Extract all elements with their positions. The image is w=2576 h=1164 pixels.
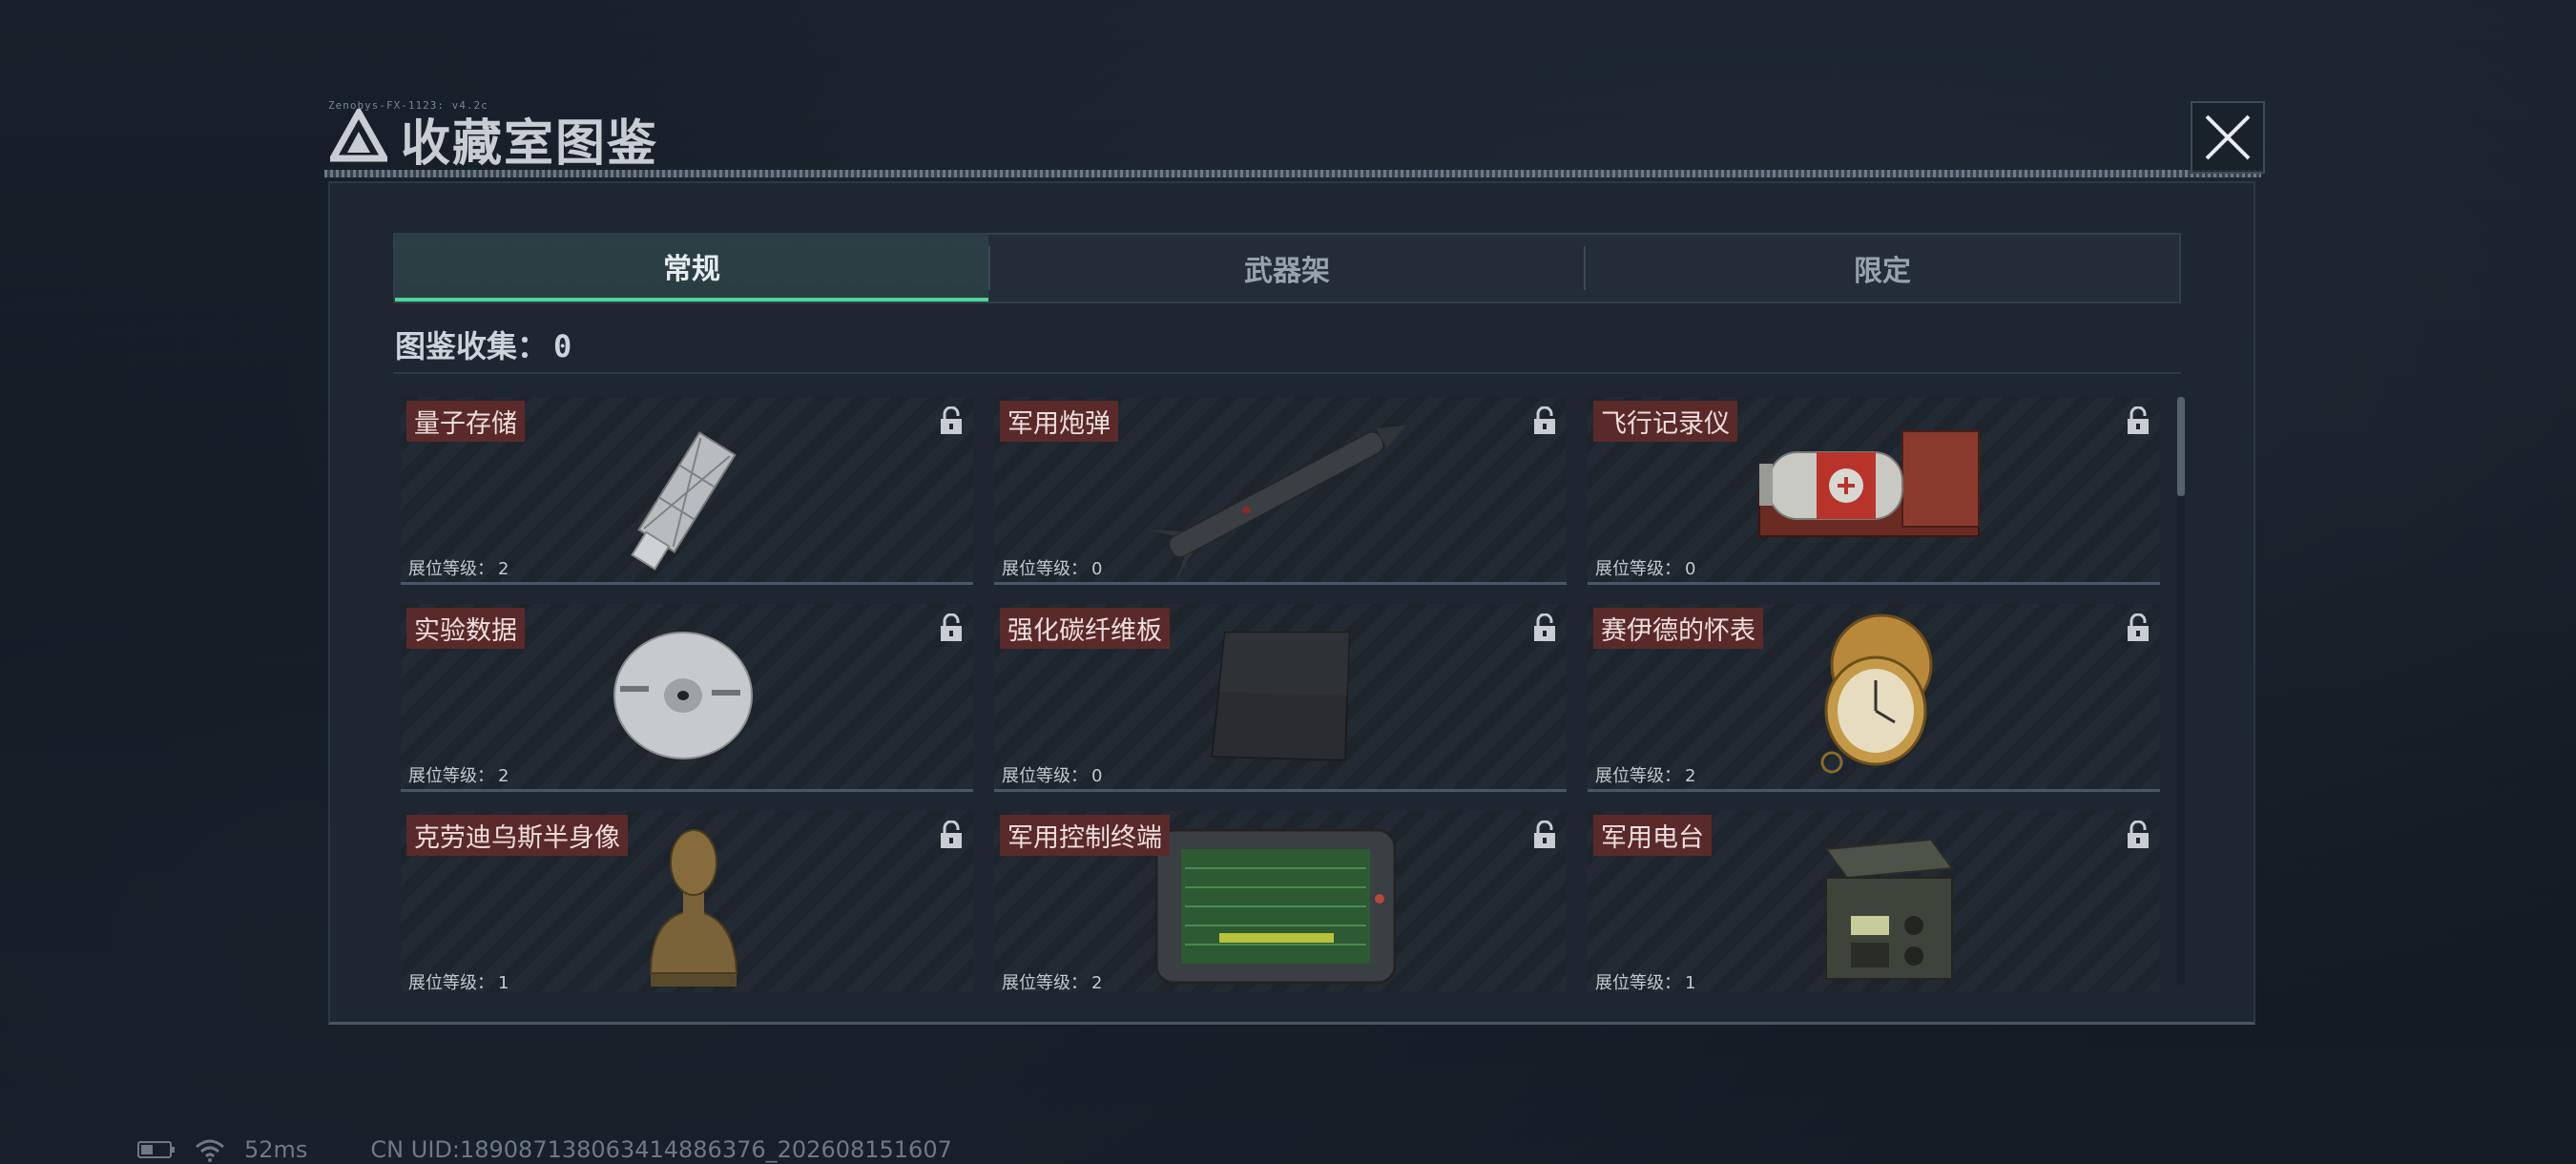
lock-icon bbox=[941, 613, 962, 641]
uid-text: CN UID:189087138063414886376_20260815160… bbox=[370, 1136, 952, 1163]
collection-label: 图鉴收集： bbox=[395, 328, 549, 364]
close-icon bbox=[2205, 114, 2251, 160]
item-name: 赛伊德的怀表 bbox=[1593, 608, 1763, 649]
lock-icon bbox=[2128, 406, 2149, 434]
display-level-label: 展位等级： bbox=[1595, 766, 1681, 786]
item-name: 量子存储 bbox=[406, 401, 525, 442]
item-name: 飞行记录仪 bbox=[1593, 401, 1737, 442]
item-card-quantum-storage[interactable]: 量子存储 展位等级： 2 bbox=[401, 397, 973, 585]
collection-divider bbox=[393, 372, 2181, 374]
item-name: 军用电台 bbox=[1593, 815, 1712, 856]
item-card-experiment-data[interactable]: 实验数据 展位等级： 2 bbox=[401, 604, 973, 792]
collection-panel: 常规 武器架 限定 图鉴收集： 0 量子存储 展位等级： 2 军用炮弹 展位等级… bbox=[328, 181, 2255, 1025]
header-divider bbox=[324, 170, 2261, 177]
page-title: 收藏室图鉴 bbox=[401, 115, 659, 173]
tab-regular[interactable]: 常规 bbox=[395, 235, 988, 301]
lock-icon bbox=[1534, 613, 1555, 641]
item-name: 克劳迪乌斯半身像 bbox=[406, 815, 628, 856]
display-level: 展位等级： 0 bbox=[998, 555, 1102, 580]
display-level-label: 展位等级： bbox=[408, 766, 494, 786]
item-card-control-terminal[interactable]: 军用控制终端 展位等级： 2 bbox=[994, 811, 1567, 992]
item-name: 军用炮弹 bbox=[1000, 401, 1118, 442]
lock-icon bbox=[941, 821, 962, 848]
display-level-value: 2 bbox=[1091, 973, 1103, 992]
display-level-label: 展位等级： bbox=[1002, 559, 1088, 579]
collection-value: 0 bbox=[553, 328, 572, 364]
item-name: 军用控制终端 bbox=[1000, 815, 1170, 856]
item-card-flight-recorder[interactable]: 飞行记录仪 展位等级： 0 bbox=[1588, 397, 2160, 585]
display-level: 展位等级： 1 bbox=[405, 969, 509, 992]
item-card-pocket-watch[interactable]: 赛伊德的怀表 展位等级： 2 bbox=[1588, 604, 2160, 792]
item-grid-viewport[interactable]: 量子存储 展位等级： 2 军用炮弹 展位等级： 0 飞行记录仪 展位等级： 0 … bbox=[401, 397, 2168, 992]
display-level-value: 0 bbox=[1685, 559, 1696, 579]
item-card-carbon-plate[interactable]: 强化碳纤维板 展位等级： 0 bbox=[994, 604, 1567, 792]
display-level: 展位等级： 2 bbox=[998, 969, 1102, 992]
collection-count: 图鉴收集： 0 bbox=[395, 322, 571, 366]
lock-icon bbox=[1534, 406, 1555, 434]
display-level-value: 2 bbox=[498, 559, 509, 579]
grid-scrollbar[interactable] bbox=[2177, 397, 2185, 985]
display-level-label: 展位等级： bbox=[408, 559, 494, 579]
status-bar: 52ms CN UID:189087138063414886376_202608… bbox=[137, 1136, 952, 1163]
display-level-label: 展位等级： bbox=[408, 973, 494, 992]
lock-icon bbox=[1534, 821, 1555, 848]
display-level-value: 1 bbox=[1685, 973, 1696, 992]
display-level: 展位等级： 1 bbox=[1591, 969, 1695, 992]
battery-icon bbox=[137, 1141, 175, 1158]
item-name: 强化碳纤维板 bbox=[1000, 608, 1170, 649]
item-grid: 量子存储 展位等级： 2 军用炮弹 展位等级： 0 飞行记录仪 展位等级： 0 … bbox=[401, 397, 2168, 992]
item-card-military-radio[interactable]: 军用电台 展位等级： 1 bbox=[1588, 811, 2160, 992]
display-level-value: 0 bbox=[1091, 559, 1103, 579]
display-level: 展位等级： 0 bbox=[1591, 555, 1695, 580]
item-card-military-shell[interactable]: 军用炮弹 展位等级： 0 bbox=[994, 397, 1567, 585]
tab-weapon-rack[interactable]: 武器架 bbox=[990, 235, 1584, 301]
display-level: 展位等级： 2 bbox=[405, 555, 509, 580]
lock-icon bbox=[2128, 821, 2149, 848]
delta-logo-icon bbox=[330, 109, 387, 162]
ping-text: 52ms bbox=[244, 1136, 308, 1163]
dialog-header: Zenobys-FX-1123: v4.2c 收藏室图鉴 bbox=[324, 99, 2261, 181]
display-level-value: 0 bbox=[1091, 766, 1103, 786]
display-level-value: 1 bbox=[498, 973, 509, 992]
display-level-label: 展位等级： bbox=[1002, 973, 1088, 992]
display-level-value: 2 bbox=[498, 766, 509, 786]
display-level-label: 展位等级： bbox=[1595, 559, 1681, 579]
close-button[interactable] bbox=[2191, 101, 2265, 174]
category-tabs: 常规 武器架 限定 bbox=[393, 233, 2181, 303]
lock-icon bbox=[941, 406, 962, 434]
lock-icon bbox=[2128, 613, 2149, 641]
wifi-icon bbox=[196, 1139, 224, 1162]
display-level: 展位等级： 2 bbox=[1591, 762, 1695, 787]
tab-limited[interactable]: 限定 bbox=[1586, 235, 2179, 301]
item-name: 实验数据 bbox=[406, 608, 525, 649]
display-level-label: 展位等级： bbox=[1595, 973, 1681, 992]
scrollbar-thumb[interactable] bbox=[2177, 397, 2185, 496]
display-level-label: 展位等级： bbox=[1002, 766, 1088, 786]
item-card-bust[interactable]: 克劳迪乌斯半身像 展位等级： 1 bbox=[401, 811, 973, 992]
display-level-value: 2 bbox=[1685, 766, 1696, 786]
display-level: 展位等级： 0 bbox=[998, 762, 1102, 787]
display-level: 展位等级： 2 bbox=[405, 762, 509, 787]
